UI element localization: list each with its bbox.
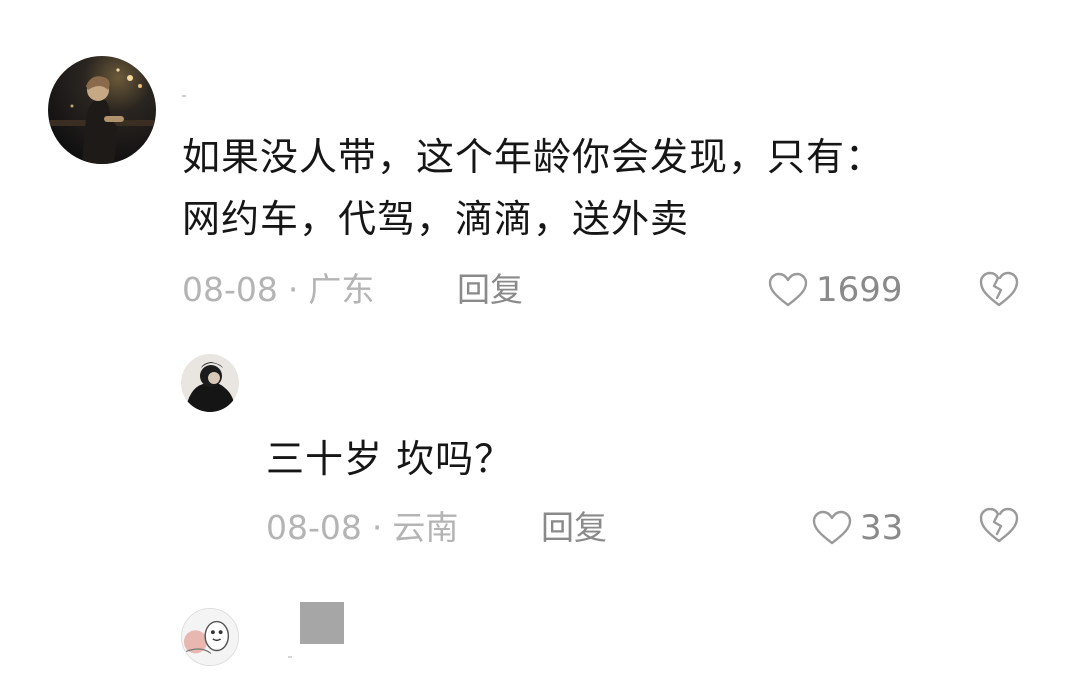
heart-outline-icon [768,272,808,308]
comment-meta: 08-08 · 广东 [182,270,374,310]
like-count: 1699 [816,270,903,310]
censored-username [300,602,344,644]
dislike-button[interactable] [978,270,1020,308]
comment-text: 如果没人带，这个年龄你会发现，只有： 网约车，代驾，滴滴，送外卖 [182,126,884,250]
comment-date: 08-08 [182,270,278,309]
reply-text: 三十岁 坎吗？ [266,428,513,490]
comment-location: 云南 [392,508,459,547]
reply-button[interactable]: 回复 [457,270,523,310]
comment-line: 三十岁 坎吗？ [266,437,514,481]
username-placeholder [182,95,186,97]
like-button[interactable]: 1699 [768,270,903,310]
meta-separator: · [287,270,299,309]
divider-mark [288,656,292,658]
meta-separator: · [371,508,383,547]
comment-meta: 08-08 · 云南 [266,508,458,548]
comment-location: 广东 [308,270,375,309]
reply-button[interactable]: 回复 [541,508,607,548]
avatar[interactable] [181,608,239,666]
like-count: 33 [860,508,904,548]
dislike-button[interactable] [978,506,1020,544]
broken-heart-icon [978,506,1020,544]
heart-outline-icon [812,510,852,546]
comment-date: 08-08 [266,508,362,547]
comment-line: 如果没人带，这个年龄你会发现，只有： [182,135,885,179]
like-button[interactable]: 33 [812,508,903,548]
broken-heart-icon [978,270,1020,308]
avatar[interactable] [48,56,156,164]
avatar[interactable] [181,354,239,412]
comment-line: 网约车，代驾，滴滴，送外卖 [182,197,690,241]
